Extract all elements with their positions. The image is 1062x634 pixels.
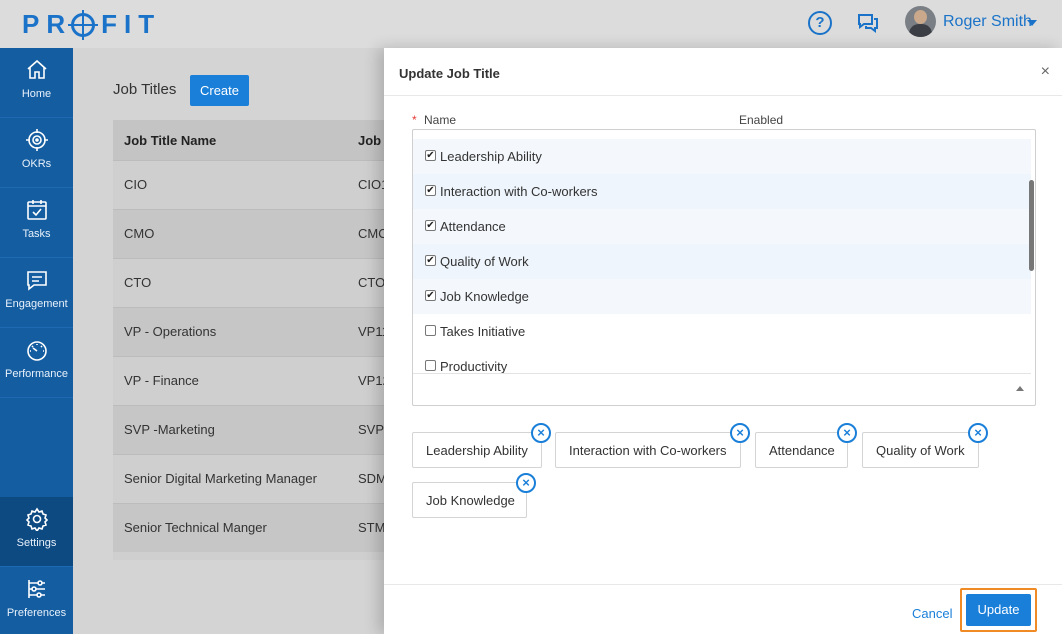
avatar[interactable] [905,6,936,37]
required-marker: * [412,113,417,127]
dropdown-option[interactable]: ✔ Job Knowledge [413,279,1031,314]
sidebar-item-engagement[interactable]: Engagement [0,258,73,328]
checkbox[interactable]: ✔ [425,150,436,161]
dropdown-option[interactable]: ✔ Attendance [413,209,1031,244]
option-label: Productivity [440,359,508,374]
close-icon[interactable]: × [1041,64,1050,80]
tag-label: Interaction with Co-workers [569,443,727,458]
dropdown-option[interactable]: Takes Initiative [413,314,1031,349]
update-button[interactable]: Update [966,594,1031,626]
logo-target-icon [71,12,96,37]
table-header: Job Title Name Job T [113,120,403,160]
remove-tag-icon[interactable]: × [516,473,536,493]
option-label: Leadership Ability [440,149,542,164]
page-title: Job Titles [113,81,177,98]
dialog-footer: Cancel Update [384,584,1062,634]
option-label: Interaction with Co-workers [440,184,598,199]
multi-select-dropdown[interactable]: ✔ Leadership Ability ✔ Interaction with Co-… [412,129,1036,406]
job-title-name-cell: CIO [124,177,148,192]
sidebar-item-tasks[interactable]: Tasks [0,188,73,258]
dropdown-option[interactable]: ✔ Leadership Ability [413,139,1031,174]
dropdown-option[interactable]: ✔ Quality of Work [413,244,1031,279]
chevron-up-icon[interactable] [1016,386,1024,391]
chat-icon[interactable] [856,11,880,35]
create-button[interactable]: Create [190,75,249,106]
column-header[interactable]: Job Title Name [124,133,216,148]
name-label: Name [424,113,457,127]
checkbox[interactable]: ✔ [425,255,436,266]
performance-icon [26,341,47,361]
tag-label: Attendance [769,443,835,458]
option-label: Job Knowledge [440,289,529,304]
scrollbar[interactable] [1029,180,1034,271]
remove-tag-icon[interactable]: × [531,423,551,443]
table-row[interactable]: SVP -Marketing SVP1 [113,405,403,454]
checkbox[interactable] [425,360,436,371]
checkbox[interactable]: ✔ [425,220,436,231]
job-title-name-cell: SVP -Marketing [124,422,215,437]
table-row[interactable]: CTO CTO1 [113,258,403,307]
table-row[interactable]: CIO CIO1 [113,160,403,209]
job-title-name-cell: VP - Operations [124,324,217,339]
update-job-title-dialog: Update Job Title × * Name Enabled ✔ Leade… [384,48,1062,634]
sidebar-item-preferences[interactable]: Preferences [0,567,73,634]
selected-tag: Job Knowledge × [412,473,536,518]
preferences-icon [27,580,45,598]
sidebar-item-performance[interactable]: Performance [0,328,73,398]
dropdown-option[interactable]: ✔ Interaction with Co-workers [413,174,1031,209]
enabled-label: Enabled [739,113,784,127]
engagement-icon [26,271,47,291]
tasks-icon [26,200,47,220]
dialog-header: Update Job Title × [384,48,1062,96]
table-body: CIO CIO1 CMO CMO CTO CTO1 VP - Operations VP11 V… [113,160,403,552]
top-bar: PR FIT ? Roger Smith [0,0,1062,48]
profit-logo[interactable]: PR FIT [22,9,161,40]
sidebar: Home OKRs Tasks Engagement Performance S… [0,48,73,634]
option-label: Quality of Work [440,254,529,269]
dropdown-option[interactable]: Productivity [413,349,1031,374]
tag-label: Leadership Ability [426,443,528,458]
tag-label: Job Knowledge [426,493,515,508]
dropdown-options-list[interactable]: ✔ Leadership Ability ✔ Interaction with Co-… [413,130,1031,374]
gear-icon [25,507,48,531]
remove-tag-icon[interactable]: × [968,423,988,443]
help-icon[interactable]: ? [808,11,832,35]
option-label: Takes Initiative [440,324,526,339]
job-title-name-cell: VP - Finance [124,373,199,388]
update-button-highlight: Update [960,588,1037,632]
selected-tag: Interaction with Co-workers × [555,423,750,468]
job-title-code-cell: SDM [358,471,387,486]
job-title-code-cell: STM [358,520,386,535]
selected-tag: Quality of Work × [862,423,988,468]
table-row[interactable]: Senior Technical Manger STM [113,503,403,552]
selected-tag: Leadership Ability × [412,423,551,468]
checkbox[interactable] [425,325,436,336]
tag-label: Quality of Work [876,443,965,458]
checkbox[interactable]: ✔ [425,290,436,301]
job-titles-table: Job Title Name Job T CIO CIO1 CMO CMO CTO CTO… [113,120,403,560]
job-title-name-cell: CMO [124,226,155,241]
table-row[interactable]: CMO CMO [113,209,403,258]
remove-tag-icon[interactable]: × [730,423,750,443]
table-row[interactable]: Senior Digital Marketing Manager SDM [113,454,403,503]
sidebar-item-okrs[interactable]: OKRs [0,118,73,188]
table-row[interactable]: VP - Finance VP12 [113,356,403,405]
chevron-down-icon[interactable] [1027,20,1037,26]
remove-tag-icon[interactable]: × [837,423,857,443]
checkbox[interactable]: ✔ [425,185,436,196]
job-title-name-cell: CTO [124,275,152,290]
sidebar-item-home[interactable]: Home [0,48,73,118]
selected-tag: Attendance × [755,423,857,468]
cancel-button[interactable]: Cancel [912,606,952,621]
dialog-title: Update Job Title [399,66,500,81]
job-title-name-cell: Senior Technical Manger [124,520,267,535]
user-name[interactable]: Roger Smith [943,13,1032,31]
sidebar-item-settings[interactable]: Settings [0,497,73,567]
home-icon [26,59,47,79]
table-row[interactable]: VP - Operations VP11 [113,307,403,356]
option-label: Attendance [440,219,506,234]
target-icon [25,129,48,151]
job-title-name-cell: Senior Digital Marketing Manager [124,471,317,486]
